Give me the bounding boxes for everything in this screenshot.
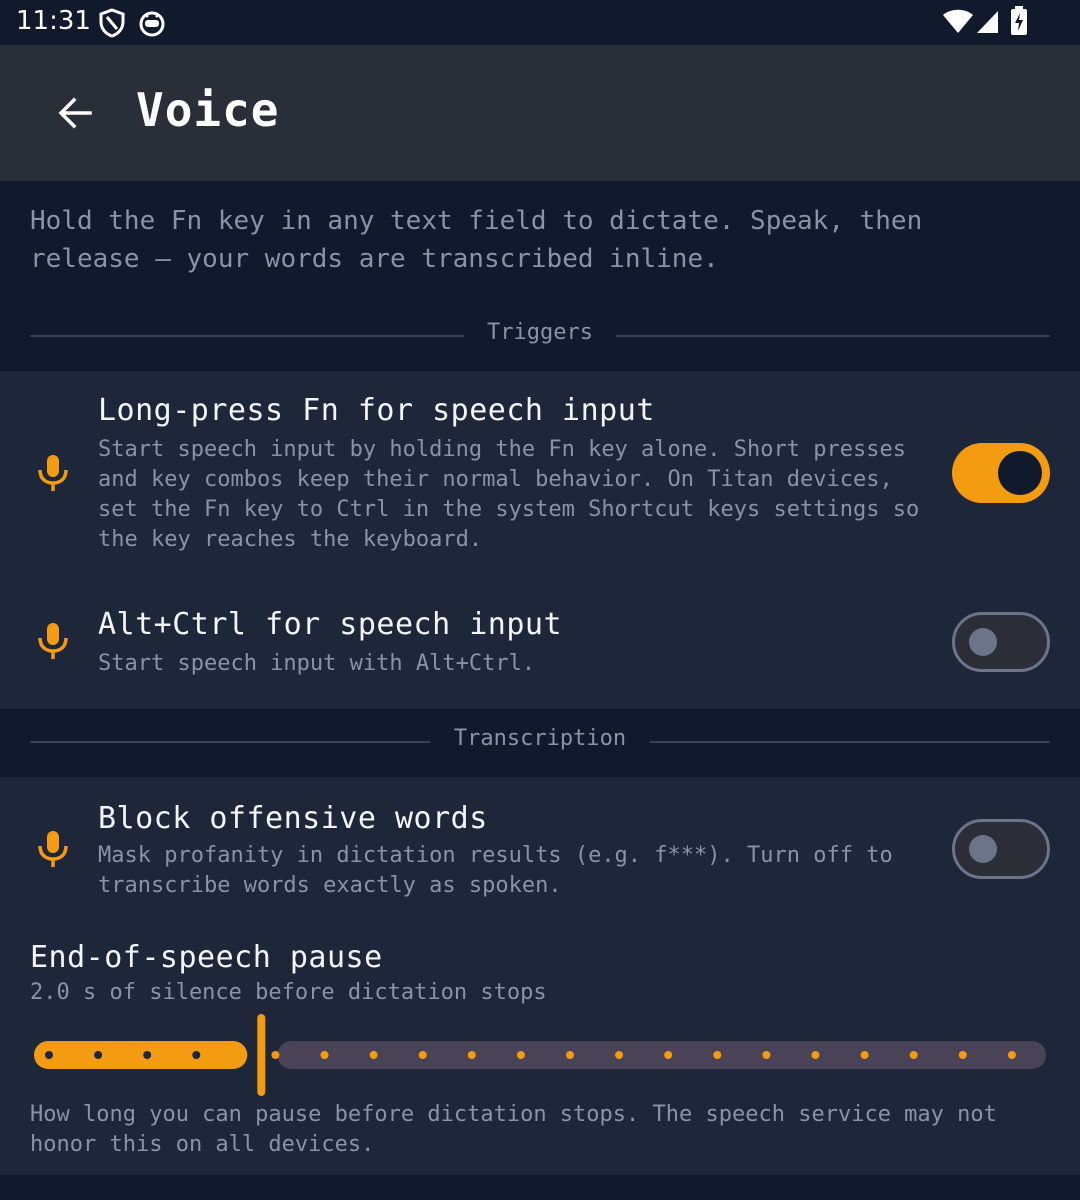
pause-slider-title: End-of-speech pause: [30, 940, 383, 975]
block-offensive-toggle[interactable]: [952, 819, 1050, 879]
pause-slider-value: 2.0 s of silence before dictation stops: [30, 980, 547, 1005]
slider-thumb[interactable]: [257, 1014, 266, 1096]
slider-track[interactable]: [30, 1010, 1065, 1100]
slider-tick: [369, 1051, 378, 1059]
slider-tick: [860, 1051, 869, 1059]
pause-slider-footer: How long you can pause before dictation …: [30, 1102, 997, 1157]
section-label-triggers: Triggers: [467, 320, 613, 345]
slider-tick: [143, 1051, 152, 1059]
setting-row-long-press-fn[interactable]: Long-press Fn for speech input Start spe…: [0, 371, 1080, 565]
wifi-icon: [942, 9, 974, 39]
setting-description: Start speech input with Alt+Ctrl.: [98, 651, 536, 676]
status-time: 11:31: [16, 6, 91, 36]
status-bar: 11:31: [0, 0, 1080, 45]
microphone-icon: [36, 453, 70, 493]
setting-title: Block offensive words: [98, 801, 488, 836]
setting-row-alt-ctrl[interactable]: Alt+Ctrl for speech input Start speech i…: [0, 591, 1080, 709]
slider-tick: [615, 1051, 624, 1059]
arrow-back-icon: [58, 97, 92, 129]
slider-tick: [45, 1051, 53, 1059]
microphone-icon: [36, 621, 70, 661]
battery-charging-icon: [1010, 6, 1028, 40]
slider-tick: [762, 1051, 771, 1059]
slider-tick: [418, 1051, 427, 1059]
section-header-transcription: Transcription: [30, 722, 1050, 762]
back-button[interactable]: [50, 87, 102, 139]
slider-tick: [958, 1051, 967, 1059]
app-bar: Voice: [0, 45, 1080, 181]
section-label-transcription: Transcription: [433, 726, 647, 751]
slider-tick: [811, 1051, 820, 1059]
long-press-fn-toggle[interactable]: [952, 443, 1050, 503]
end-of-speech-pause-slider[interactable]: [30, 1010, 1065, 1100]
slider-tick: [467, 1051, 476, 1059]
toggle-knob: [969, 628, 997, 656]
microphone-icon: [36, 829, 70, 869]
section-header-triggers: Triggers: [30, 316, 1050, 356]
slider-active-track: [34, 1041, 248, 1069]
slider-inactive-track: [277, 1041, 1046, 1069]
robot-icon: [138, 8, 166, 42]
slider-tick: [192, 1051, 201, 1059]
slider-tick: [909, 1051, 918, 1059]
slider-tick: [713, 1051, 722, 1059]
setting-description: Mask profanity in dictation results (e.g…: [98, 843, 893, 898]
setting-title: Long-press Fn for speech input: [98, 393, 655, 428]
slider-tick: [320, 1051, 329, 1059]
slider-tick: [664, 1051, 673, 1059]
intro-text: Hold the Fn key in any text field to dic…: [30, 206, 923, 274]
shield-icon: [98, 8, 126, 42]
setting-title: Alt+Ctrl for speech input: [98, 607, 563, 642]
slider-tick: [516, 1051, 525, 1059]
signal-icon: [976, 9, 1000, 39]
slider-tick: [94, 1051, 103, 1059]
slider-tick: [271, 1051, 280, 1059]
setting-description: Start speech input by holding the Fn key…: [98, 437, 920, 552]
slider-tick: [1007, 1051, 1016, 1059]
page-title: Voice: [136, 83, 280, 137]
toggle-knob: [998, 451, 1042, 495]
slider-tick: [566, 1051, 574, 1059]
triggers-card: Long-press Fn for speech input Start spe…: [0, 371, 1080, 709]
setting-row-block-offensive[interactable]: Block offensive words Mask profanity in …: [0, 777, 1080, 917]
alt-ctrl-toggle[interactable]: [952, 612, 1050, 672]
toggle-knob: [969, 835, 997, 863]
